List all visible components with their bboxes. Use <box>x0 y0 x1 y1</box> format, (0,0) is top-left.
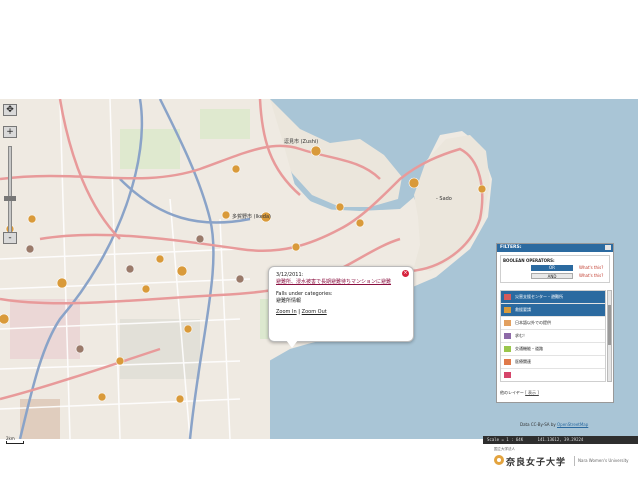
logo-english-name: Nara Women's University <box>578 458 629 463</box>
osm-link[interactable]: OpenStreetMap <box>557 422 588 427</box>
status-bar: Scale = 1 : 64K 141.13612, 39.29224 <box>483 436 638 444</box>
pan-icon[interactable]: ✥ <box>3 104 17 116</box>
category-list: 災害支援センター・避難所 救援要請 日本語以外での提供 求む！ 交通機能・道路 … <box>500 290 606 382</box>
popup-categories-label: Falls under categories: <box>276 291 333 297</box>
place-label: 多賀野市 (Ikeda) <box>232 214 271 220</box>
other-layers-label: 他のレイヤー <box>500 390 524 395</box>
category-swatch <box>504 372 511 378</box>
category-swatch <box>504 307 511 313</box>
popup-zoom-out-link[interactable]: Zoom Out <box>302 309 327 315</box>
category-item[interactable]: 日本語以外での提供 <box>501 317 605 330</box>
popup-link-separator: | <box>298 309 301 315</box>
category-swatch <box>504 294 511 300</box>
boolean-label: BOOLEAN OPERATORS: <box>503 258 555 263</box>
map-attribution: Data CC-By-SA by OpenStreetMap <box>520 422 588 427</box>
event-popup: × 3/12/2011: 避難所、浸水被害で長期避難待ちマンションに避難 Fal… <box>268 266 414 342</box>
place-label: 逗見市 (Zushi) <box>284 139 319 145</box>
category-item[interactable]: 交通機能・道路 <box>501 343 605 356</box>
logo-small-text: 国立大学法人 <box>494 447 515 451</box>
category-item[interactable]: 求む！ <box>501 330 605 343</box>
university-logo: 国立大学法人 奈良女子大学 Nara Women's University <box>484 446 634 472</box>
coordinate-readout: 141.13612, 39.29224 <box>537 437 584 442</box>
other-layers: 他のレイヤー [ 表示 ] <box>500 390 539 396</box>
whats-this-link[interactable]: What's this? <box>579 265 603 270</box>
zoom-slider-handle[interactable] <box>4 196 16 201</box>
logo-name: 奈良女子大学 <box>506 458 567 468</box>
filters-title: FILTERS: <box>497 244 613 252</box>
map-scale-line <box>6 441 24 444</box>
and-button[interactable]: AND <box>531 273 573 279</box>
popup-headline-link[interactable]: 避難所、浸水被害で長期避難待ちマンションに避難 <box>276 279 406 286</box>
other-layers-toggle[interactable]: [ 表示 ] <box>525 390 539 395</box>
logo-divider <box>574 456 575 466</box>
zoom-slider[interactable] <box>8 146 12 234</box>
scrollbar-thumb[interactable] <box>608 305 611 345</box>
whats-this-link[interactable]: What's this? <box>579 273 603 278</box>
category-item[interactable]: 医療関連 <box>501 356 605 369</box>
close-icon[interactable]: × <box>402 270 409 277</box>
map-scale: 2km <box>6 436 24 444</box>
popup-date: 3/12/2011: <box>276 272 304 278</box>
category-swatch <box>504 346 511 352</box>
or-button[interactable]: OR <box>531 265 573 271</box>
boolean-operators: BOOLEAN OPERATORS: OR AND What's this? W… <box>500 255 610 283</box>
zoom-out-button[interactable]: - <box>3 232 17 244</box>
attribution-text: Data CC-By-SA by <box>520 422 556 427</box>
category-swatch <box>504 320 511 326</box>
popup-zoom-in-link[interactable]: Zoom In <box>276 309 297 315</box>
zoom-control: ✥ + - <box>3 104 17 244</box>
category-item[interactable] <box>501 369 605 381</box>
zoom-in-button[interactable]: + <box>3 126 17 138</box>
place-label: - Sado <box>436 196 452 202</box>
category-item[interactable]: 災害支援センター・避難所 <box>501 291 605 304</box>
emblem-icon <box>494 455 504 465</box>
category-swatch <box>504 359 511 365</box>
popup-pointer <box>286 340 298 348</box>
collapse-icon[interactable] <box>605 245 611 250</box>
category-scrollbar[interactable] <box>607 290 612 382</box>
scale-readout: Scale = 1 : 64K <box>487 437 524 442</box>
popup-category: 避難所情報 <box>276 298 302 304</box>
category-item[interactable]: 救援要請 <box>501 304 605 317</box>
filters-panel: FILTERS: BOOLEAN OPERATORS: OR AND What'… <box>496 243 614 403</box>
category-swatch <box>504 333 511 339</box>
